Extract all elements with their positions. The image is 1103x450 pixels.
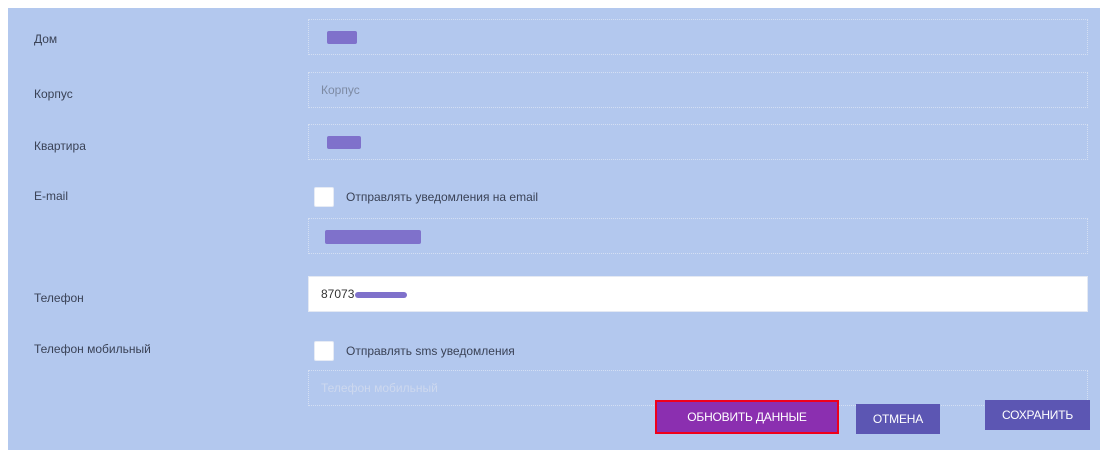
email-field[interactable]: [308, 218, 1088, 254]
address-form-panel: Дом Корпус Корпус Квартира E-mail Отправ…: [8, 8, 1100, 450]
cancel-button[interactable]: ОТМЕНА: [856, 404, 940, 434]
redacted-apartment-value: [327, 136, 361, 150]
email-notify-checkbox[interactable]: [314, 187, 334, 207]
email-notify-row[interactable]: Отправлять уведомления на email: [314, 186, 538, 208]
building-label: Корпус: [34, 87, 73, 101]
sms-notify-label: Отправлять sms уведомления: [346, 344, 515, 358]
update-data-button[interactable]: ОБНОВИТЬ ДАННЫЕ: [655, 400, 839, 434]
redacted-email-value: [325, 229, 421, 244]
email-label: E-mail: [34, 189, 69, 203]
email-notify-label: Отправлять уведомления на email: [346, 190, 539, 204]
redacted-house-value: [327, 31, 357, 45]
save-button[interactable]: СОХРАНИТЬ: [985, 400, 1090, 430]
redacted-phone-digits: [355, 291, 408, 298]
mobile-label: Телефон мобильный: [34, 342, 151, 356]
phone-field[interactable]: 87073: [308, 276, 1088, 312]
apartment-field[interactable]: [308, 124, 1088, 160]
sms-notify-row[interactable]: Отправлять sms уведомления: [314, 340, 515, 362]
house-field[interactable]: [308, 19, 1088, 55]
apartment-label: Квартира: [34, 139, 86, 153]
phone-label: Телефон: [34, 291, 84, 305]
house-label: Дом: [34, 32, 58, 46]
sms-notify-checkbox[interactable]: [314, 341, 334, 361]
phone-value: 87073: [321, 287, 355, 301]
building-field[interactable]: Корпус: [308, 72, 1088, 108]
